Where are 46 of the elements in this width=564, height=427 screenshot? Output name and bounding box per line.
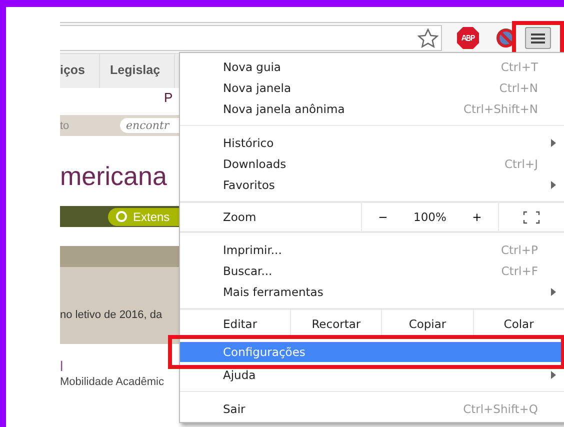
menu-item[interactable]: Configurações (180, 342, 564, 362)
zoom-label: Zoom (180, 203, 362, 231)
shortcut-text: Ctrl+Shift+N (464, 102, 538, 116)
link-title[interactable]: l (60, 358, 64, 376)
menu-button[interactable] (525, 27, 551, 49)
zoom-out-button[interactable]: − (362, 203, 404, 231)
circle-icon (116, 211, 127, 222)
edit-label: Editar (180, 310, 291, 338)
menu-item[interactable]: Nova janela anônima Ctrl+Shift+N (180, 98, 564, 119)
menu-icon (531, 32, 545, 44)
submenu-arrow-icon (551, 371, 556, 379)
notice-text: no letivo de 2016, da (60, 309, 162, 321)
menu-item[interactable]: Favoritos (180, 174, 564, 195)
address-field[interactable] (60, 25, 442, 51)
stop-sign-icon[interactable] (456, 26, 480, 50)
edit-action-button[interactable]: Copiar (382, 310, 474, 338)
link-subtitle: Mobilidade Acadêmic (60, 376, 165, 388)
shortcut-text: Ctrl+P (500, 242, 538, 256)
menu-item[interactable]: Downloads Ctrl+J (180, 153, 564, 174)
zoom-value: 100% (412, 209, 448, 226)
page-heading: mericana (60, 161, 167, 193)
menu-item[interactable]: Imprimir... Ctrl+P (180, 239, 564, 260)
shortcut-text: Ctrl+T (500, 60, 538, 74)
menu-item[interactable]: Ajuda (180, 364, 564, 385)
menu-item[interactable]: Nova janela Ctrl+N (180, 77, 564, 98)
fullscreen-icon (523, 210, 540, 224)
submenu-arrow-icon (551, 288, 556, 296)
search-label: to (60, 120, 70, 132)
menu-item[interactable]: Nova guia Ctrl+T (180, 56, 564, 77)
nav-tab[interactable]: iços (60, 54, 100, 88)
shortcut-text: Ctrl+Shift+Q (463, 402, 538, 416)
submenu-arrow-icon (551, 139, 556, 147)
star-icon[interactable] (417, 28, 439, 48)
nav-tab[interactable]: Legislaç (110, 54, 176, 88)
shortcut-text: Ctrl+F (501, 264, 538, 278)
subnav-text: P (164, 90, 173, 105)
edit-action-button[interactable]: Colar (474, 310, 564, 338)
menu-item[interactable]: Sair Ctrl+Shift+Q (180, 398, 564, 419)
menu-item[interactable]: Buscar... Ctrl+F (180, 260, 564, 281)
shortcut-text: Ctrl+J (504, 156, 538, 170)
shortcut-text: Ctrl+N (499, 80, 538, 94)
edit-action-button[interactable]: Recortar (291, 310, 382, 338)
menu-item[interactable]: Mais ferramentas (180, 281, 564, 302)
menu-item[interactable]: Histórico (180, 132, 564, 153)
zoom-in-button[interactable]: + (456, 203, 498, 231)
submenu-arrow-icon (551, 181, 556, 189)
